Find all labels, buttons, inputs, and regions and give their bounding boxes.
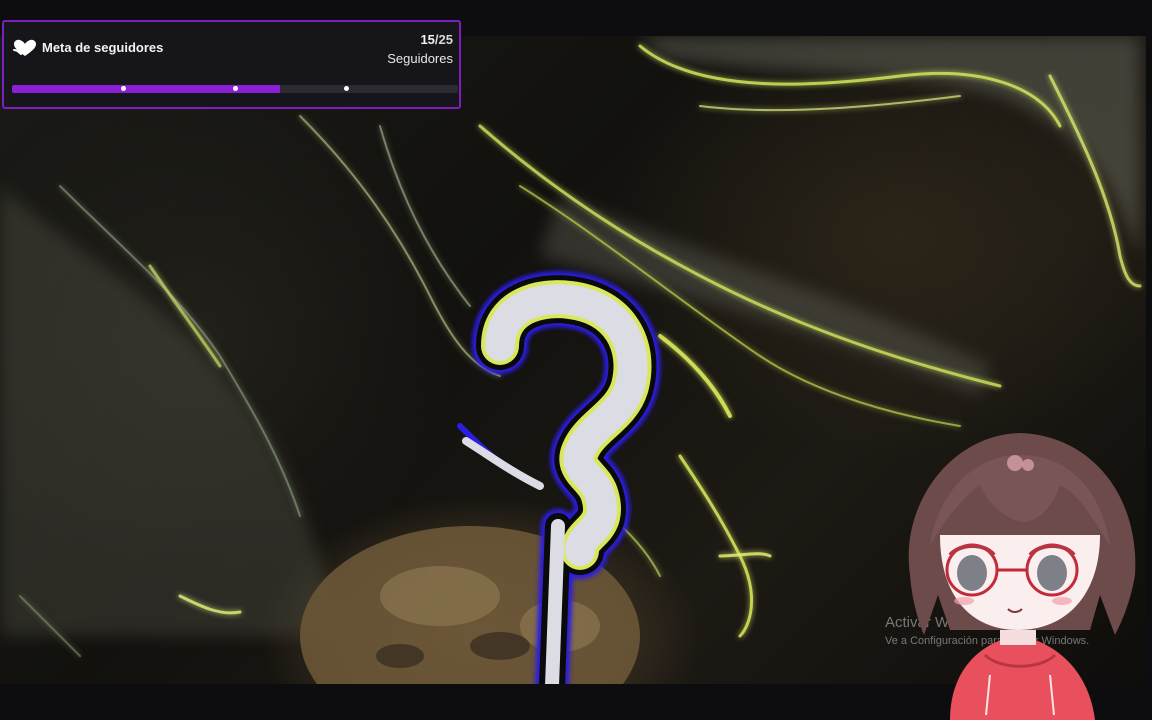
stream-screen: Meta de seguidores 15/25 Seguidores Acti… — [0, 0, 1152, 720]
right-letterbox — [1146, 0, 1152, 720]
question-mark-icon — [457, 271, 661, 684]
goal-target: 25 — [438, 32, 453, 47]
goal-count: 15/25 — [420, 32, 453, 47]
goal-milestone-marker — [121, 86, 126, 91]
goal-unit-label: Seguidores — [387, 51, 453, 66]
goal-milestone-marker — [232, 86, 238, 91]
goal-progress-bar — [12, 85, 458, 93]
goal-milestone-marker — [344, 86, 349, 91]
goal-progress-fill — [12, 85, 280, 93]
goal-title: Meta de seguidores — [42, 40, 164, 55]
vtuber-avatar — [908, 433, 1136, 720]
heart-hands-icon — [13, 39, 36, 56]
follower-goal-widget: Meta de seguidores 15/25 Seguidores — [2, 20, 461, 109]
goal-current: 15 — [420, 32, 435, 47]
